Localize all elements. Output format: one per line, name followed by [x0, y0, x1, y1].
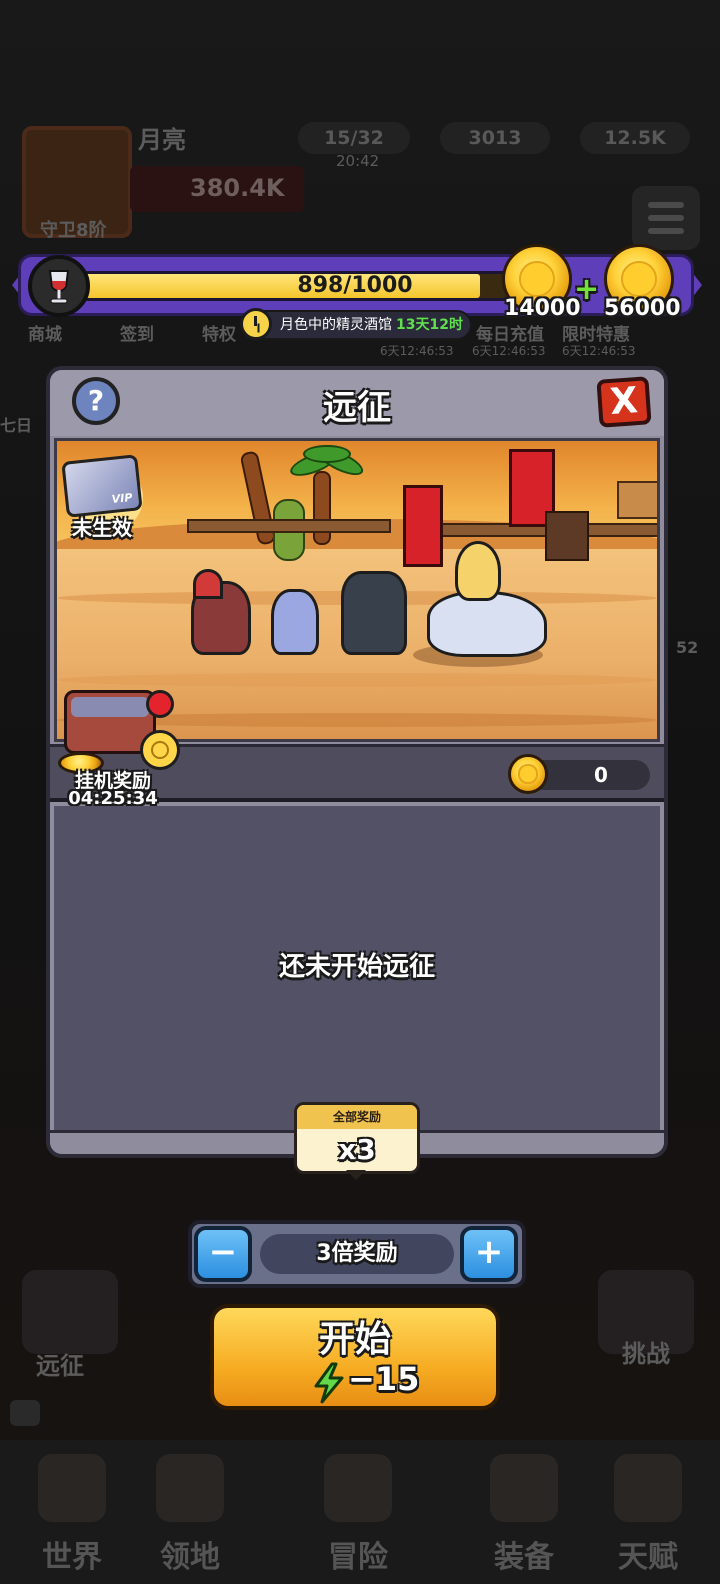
plus-icon: +: [474, 1232, 504, 1272]
castle-icon: [156, 1454, 224, 1522]
resource-3-value: 12.5K: [604, 127, 666, 149]
nav-equipment-label: 装备: [494, 1540, 554, 1575]
hero-rider: [455, 541, 501, 601]
side-right-timer: 52: [676, 638, 699, 657]
expedition-side-icon: [22, 1270, 118, 1354]
nav-adventure-label: 冒险: [328, 1540, 388, 1575]
menu-icon: [632, 186, 700, 250]
all-rewards-multiplier: x3: [338, 1133, 376, 1166]
all-rewards-header: 全部奖励: [297, 1105, 417, 1129]
menu-timer-2: 6天12:46:53: [472, 344, 546, 358]
clock-icon: [240, 308, 272, 340]
world-icon: [38, 1454, 106, 1522]
nav-adventure: 冒险: [286, 1440, 430, 1584]
gold-amount: 0: [594, 763, 608, 787]
chat-icon: [10, 1400, 40, 1426]
start-button-label: 开始: [318, 1319, 391, 1360]
event-name: 月色中的精灵酒馆: [280, 317, 392, 333]
challenge-side-label: 挑战: [622, 1340, 670, 1368]
menu-timer-3: 6天12:46:53: [562, 344, 636, 358]
energy-timer: 20:42: [336, 152, 380, 170]
event-pill[interactable]: 月色中的精灵酒馆 13天12时: [244, 310, 472, 340]
energy-pill: 15/32: [298, 122, 410, 154]
side-seven-day: 七日: [0, 416, 33, 435]
helmet-icon: [490, 1454, 558, 1522]
adventure-icon: [324, 1454, 392, 1522]
resource-pill-2: 3013: [440, 122, 550, 154]
minus-icon: −: [208, 1232, 238, 1272]
menu-privilege: 特权: [202, 325, 236, 345]
start-energy-cost: −15: [348, 1360, 420, 1398]
decrease-multiplier-button[interactable]: −: [194, 1226, 252, 1282]
nav-talent: 天赋: [576, 1440, 720, 1584]
power-value: 380.4K: [190, 174, 285, 202]
nav-territory-label: 领地: [160, 1540, 220, 1575]
panel-title: 远征: [323, 388, 391, 428]
hero-elf: [271, 589, 319, 655]
coin-left-value: 14000: [504, 296, 581, 321]
talent-book-icon: [614, 1454, 682, 1522]
player-name: 月亮: [138, 126, 186, 154]
tooltip-arrow: [346, 1170, 366, 1180]
nav-territory: 领地: [118, 1440, 262, 1584]
help-button[interactable]: ?: [72, 377, 120, 425]
close-button[interactable]: X: [596, 376, 652, 428]
event-time: 13天12时: [396, 317, 463, 333]
wine-glass-icon[interactable]: [28, 255, 90, 317]
menu-checkin: 签到: [120, 325, 154, 345]
menu-timer-1: 6天12:46:53: [380, 344, 454, 358]
close-icon: X: [608, 380, 640, 423]
stopwatch-icon: [140, 730, 180, 770]
gold-coin-icon: [508, 754, 548, 794]
energy-value: 15/32: [324, 127, 384, 149]
resource-pill-3: 12.5K: [580, 122, 690, 154]
vip-card-icon[interactable]: [61, 454, 143, 518]
expedition-side-label: 远征: [36, 1352, 84, 1380]
nav-equipment: 装备: [452, 1440, 596, 1584]
increase-multiplier-button[interactable]: +: [460, 1226, 518, 1282]
all-rewards-tooltip: 全部奖励 x3: [294, 1102, 420, 1174]
resource-2-value: 3013: [468, 127, 522, 149]
multiplier-display: 3倍奖励: [260, 1234, 454, 1274]
totem: [545, 511, 589, 561]
vip-status-label: 未生效: [72, 516, 132, 540]
hero-lich-knight: [341, 571, 407, 655]
empty-expedition-message: 还未开始远征: [278, 952, 435, 982]
hut: [617, 481, 657, 519]
hero-troll-hair: [193, 569, 223, 599]
menu-shop: 商城: [28, 325, 62, 345]
player-rank: 守卫8阶: [40, 220, 107, 241]
nav-talent-label: 天赋: [618, 1540, 678, 1575]
notification-dot: [146, 690, 174, 718]
coin-right-value: 56000: [604, 296, 681, 321]
